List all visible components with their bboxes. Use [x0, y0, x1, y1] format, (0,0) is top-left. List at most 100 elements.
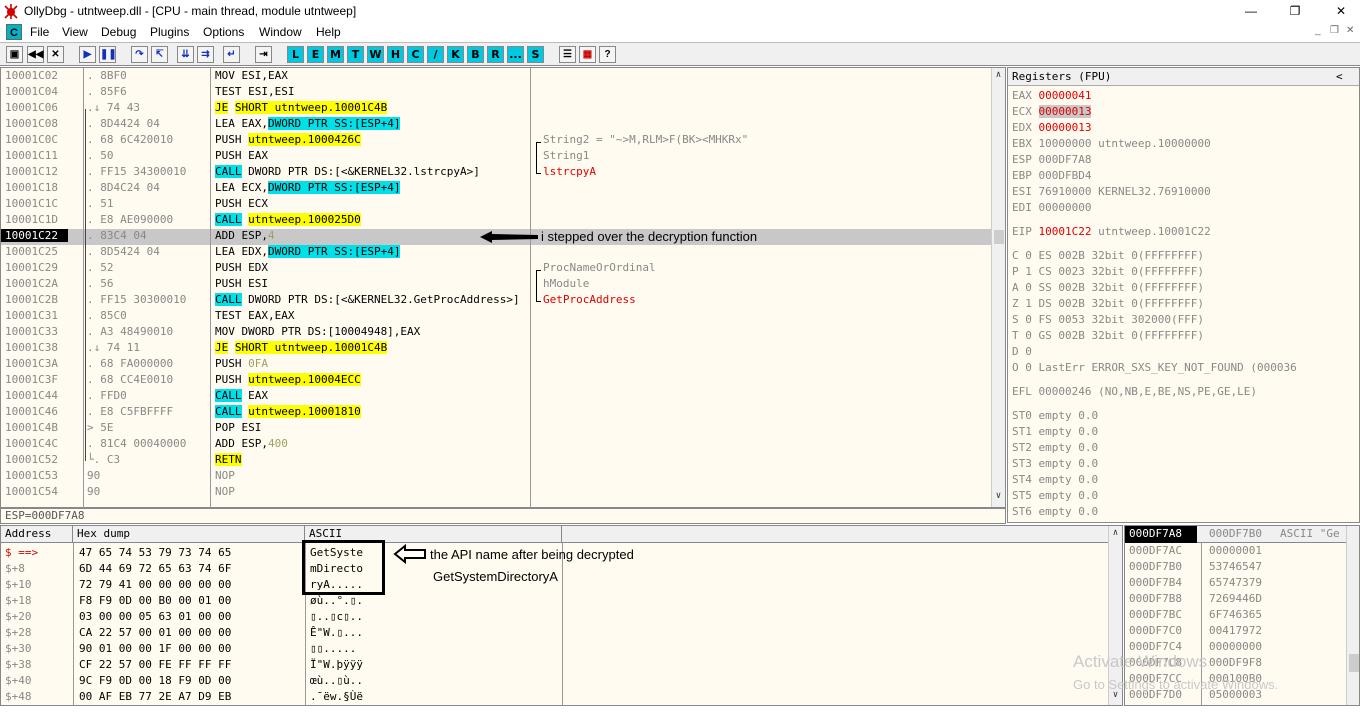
trace-over-icon[interactable]: ⇉ — [197, 46, 214, 63]
toolbar-threads-button[interactable]: T — [347, 46, 364, 63]
fpu-row[interactable]: ST4 empty 0.0 — [1012, 473, 1098, 489]
disasm-row[interactable]: 10001C2A . 56 PUSH ESI hModule — [1, 277, 991, 293]
register-row[interactable]: EBX 10000000 utntweep.10000000 — [1012, 137, 1211, 153]
toolbar-patches-button[interactable]: / — [427, 46, 444, 63]
scroll-up-icon[interactable]: ∧ — [1109, 528, 1122, 542]
dump-address-header[interactable]: Address — [1, 526, 73, 542]
disasm-row[interactable]: 10001C02 . 8BF0 MOV ESI,EAX — [1, 69, 991, 85]
stack-row[interactable]: 000DF7AC 00000001 — [1125, 544, 1345, 560]
registers-pane[interactable]: Registers (FPU) < EAX 00000041 ECX 000000… — [1007, 67, 1360, 523]
disasm-row[interactable]: 10001C25 . 8D5424 04 LEA EDX,DWORD PTR SS:… — [1, 245, 991, 261]
disasm-row[interactable]: 10001C53 90 NOP — [1, 469, 991, 485]
dump-row[interactable]: $+48 00 AF EB 77 2E A7 D9 EB .¯ëw.§Ùë — [1, 690, 561, 705]
close-button[interactable]: ✕ — [1318, 0, 1360, 22]
flag-row[interactable]: T 0 GS 002B 32bit 0(FFFFFFFF) — [1012, 329, 1204, 345]
register-row[interactable]: EDX 00000013 — [1012, 121, 1091, 137]
toolbar-callstack-button[interactable]: K — [447, 46, 464, 63]
disasm-row[interactable]: 10001C4C . 81C4 00040000 ADD ESP,400 — [1, 437, 991, 453]
step-over-icon[interactable]: ↸ — [151, 46, 168, 63]
stack-scrollbar[interactable] — [1346, 526, 1359, 705]
trace-into-icon[interactable]: ⇊ — [177, 46, 194, 63]
fpu-row[interactable]: ST1 empty 0.0 — [1012, 425, 1098, 441]
disasm-row[interactable]: 10001C12 . FF15 34300010 CALL DWORD PTR DS… — [1, 165, 991, 181]
register-row[interactable]: EAX 00000041 — [1012, 89, 1091, 105]
register-row[interactable]: ECX 00000013 — [1012, 105, 1092, 121]
disasm-row[interactable]: 10001C3A . 68 FA000000 PUSH 0FA — [1, 357, 991, 373]
stack-row[interactable]: 000DF7B4 65747379 — [1125, 576, 1345, 592]
toolbar-modules-button[interactable]: E — [307, 46, 324, 63]
efl-row[interactable]: EFL 00000246 (NO,NB,E,BE,NS,PE,GE,LE) — [1012, 385, 1257, 398]
cpu-window-icon[interactable]: C — [6, 24, 22, 40]
close-debuggee-icon[interactable]: ✕ — [47, 46, 64, 63]
flag-row[interactable]: D 0 — [1012, 345, 1032, 361]
help-icon[interactable]: ? — [599, 46, 616, 63]
fpu-row[interactable]: ST0 empty 0.0 — [1012, 409, 1098, 425]
appearance-icon[interactable]: ▦ — [579, 46, 596, 63]
disasm-row[interactable]: 10001C4B > 5E POP ESI — [1, 421, 991, 437]
disasm-row[interactable]: 10001C11 . 50 PUSH EAX String1 — [1, 149, 991, 165]
dump-row[interactable]: $+38 CF 22 57 00 FE FF FF FF Ï"W.þÿÿÿ — [1, 658, 561, 674]
stack-top-address[interactable]: 000DF7A8 — [1125, 526, 1197, 543]
go-to-icon[interactable]: ⇥ — [255, 46, 272, 63]
scroll-down-icon[interactable]: ∨ — [992, 491, 1005, 505]
scroll-down-icon[interactable]: ∨ — [1109, 690, 1122, 704]
toolbar-cpu-button[interactable]: C — [407, 46, 424, 63]
dump-row[interactable]: $+28 CA 22 57 00 01 00 00 00 Ê"W.▯... — [1, 626, 561, 642]
flag-row[interactable]: S 0 FS 0053 32bit 302000(FFF) — [1012, 313, 1204, 329]
disasm-row[interactable]: 10001C46 . E8 C5FBFFFF CALL utntweep.10001… — [1, 405, 991, 421]
menu-view[interactable]: View — [62, 25, 88, 39]
flag-row[interactable]: Z 1 DS 002B 32bit 0(FFFFFFFF) — [1012, 297, 1204, 313]
disasm-row[interactable]: 10001C44 . FFD0 CALL EAX — [1, 389, 991, 405]
execute-till-return-icon[interactable]: ↵ — [223, 46, 240, 63]
mdi-restore-button[interactable]: ❐ — [1330, 25, 1339, 36]
menu-plugins[interactable]: Plugins — [150, 25, 189, 39]
fpu-row[interactable]: ST2 empty 0.0 — [1012, 441, 1098, 457]
disasm-row[interactable]: 10001C04 . 85F6 TEST ESI,ESI — [1, 85, 991, 101]
disasm-row[interactable]: 10001C1C . 51 PUSH ECX — [1, 197, 991, 213]
mdi-minimize-button[interactable]: _ — [1315, 25, 1321, 36]
list-icon[interactable]: ☰ — [559, 46, 576, 63]
dump-hex-header[interactable]: Hex dump — [73, 526, 305, 542]
toolbar-breakpoints-button[interactable]: B — [467, 46, 484, 63]
toolbar-handles-button[interactable]: H — [387, 46, 404, 63]
open-icon[interactable]: ▣ — [6, 46, 23, 63]
restore-button[interactable]: ❐ — [1272, 0, 1318, 22]
stack-ascii-header[interactable]: ASCII "Ge — [1280, 526, 1340, 542]
disasm-row[interactable]: 10001C08 . 8D4424 04 LEA EAX,DWORD PTR SS:… — [1, 117, 991, 133]
disasm-row[interactable]: 10001C33 . A3 48490010 MOV DWORD PTR DS:[1… — [1, 325, 991, 341]
disasm-row[interactable]: 10001C52 └. C3 RETN — [1, 453, 991, 469]
toolbar-source-button[interactable]: S — [527, 46, 544, 63]
disasm-row[interactable]: 10001C2B . FF15 30300010 CALL DWORD PTR DS… — [1, 293, 991, 309]
toolbar-log-button[interactable]: L — [287, 46, 304, 63]
fpu-row[interactable]: ST5 empty 0.0 — [1012, 489, 1098, 505]
disasm-row[interactable]: 10001C54 90 NOP — [1, 485, 991, 501]
step-into-icon[interactable]: ↷ — [131, 46, 148, 63]
restart-icon[interactable]: ◀◀ — [27, 46, 44, 63]
menu-file[interactable]: File — [30, 25, 49, 39]
disasm-row[interactable]: 10001C06 .↓ 74 43 JE SHORT utntweep.10001C… — [1, 101, 991, 117]
stack-row[interactable]: 000DF7B8 7269446D — [1125, 592, 1345, 608]
register-row[interactable]: ESP 000DF7A8 — [1012, 153, 1091, 169]
stack-value-header[interactable]: 000DF7B0 — [1209, 526, 1262, 542]
disasm-row[interactable]: 10001C3F . 68 CC4E0010 PUSH utntweep.10004… — [1, 373, 991, 389]
stack-row[interactable]: 000DF7BC 6F746365 — [1125, 608, 1345, 624]
fpu-row[interactable]: ST3 empty 0.0 — [1012, 457, 1098, 473]
register-row[interactable]: EDI 00000000 — [1012, 201, 1091, 217]
menu-options[interactable]: Options — [203, 25, 244, 39]
stack-row[interactable]: 000DF7B0 53746547 — [1125, 560, 1345, 576]
scroll-thumb[interactable] — [1349, 654, 1359, 672]
disasm-row[interactable]: 10001C29 . 52 PUSH EDX ProcNameOrOrdinal — [1, 261, 991, 277]
disasm-row[interactable]: 10001C38 .↓ 74 11 JE SHORT utntweep.10001C… — [1, 341, 991, 357]
toolbar-memory-button[interactable]: M — [327, 46, 344, 63]
register-row[interactable]: ESI 76910000 KERNEL32.76910000 — [1012, 185, 1211, 201]
disassembly-scrollbar[interactable]: ∧ ∨ — [991, 68, 1005, 507]
toolbar-references-button[interactable]: R — [487, 46, 504, 63]
dump-row[interactable]: $+30 90 01 00 00 1F 00 00 00 ▯▯..... — [1, 642, 561, 658]
register-row[interactable]: EIP 10001C22 utntweep.10001C22 — [1012, 225, 1211, 238]
dump-row[interactable]: $+20 03 00 00 05 63 01 00 00 ▯..▯c▯.. — [1, 610, 561, 626]
minimize-button[interactable]: — — [1228, 0, 1274, 22]
menu-debug[interactable]: Debug — [101, 25, 136, 39]
flag-row[interactable]: A 0 SS 002B 32bit 0(FFFFFFFF) — [1012, 281, 1204, 297]
scroll-thumb[interactable] — [994, 230, 1004, 244]
flag-row[interactable]: C 0 ES 002B 32bit 0(FFFFFFFF) — [1012, 249, 1204, 265]
